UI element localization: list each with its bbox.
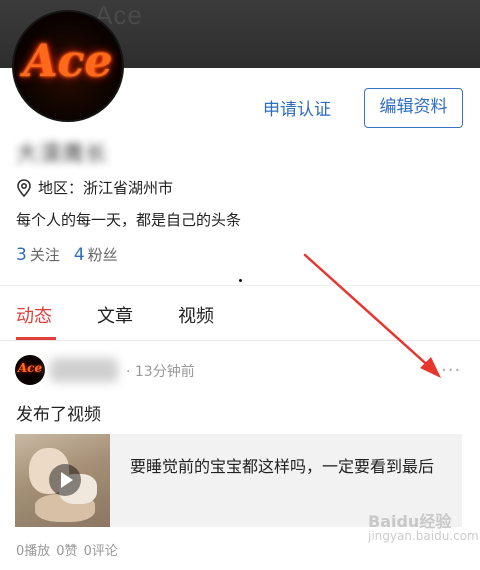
more-dots-icon[interactable]: ···: [441, 360, 461, 381]
post-author-name-blurred: [50, 358, 118, 382]
tab-articles[interactable]: 文章: [97, 302, 133, 328]
apply-verification-link[interactable]: 申请认证: [263, 95, 331, 120]
corner-watermark: Baidu经验 jingyan.baidu.com: [368, 512, 479, 544]
video-title[interactable]: 要睡觉前的宝宝都这样吗，一定要看到最后: [130, 454, 450, 480]
watermark-logo: Baidu经验: [368, 512, 452, 531]
play-count: 0播放: [16, 544, 51, 559]
avatar-logo-text: Ace: [23, 36, 113, 87]
like-count: 0赞: [56, 544, 78, 559]
edit-profile-button[interactable]: 编辑资料: [364, 88, 463, 128]
content-tabs: 动态 文章 视频: [0, 285, 480, 341]
profile-avatar[interactable]: Ace: [12, 10, 124, 122]
post-counts: 0播放 0赞 0评论: [16, 540, 118, 559]
following-stat[interactable]: 3 关注: [16, 244, 60, 265]
play-icon[interactable]: [49, 464, 81, 496]
comment-count: 0评论: [83, 544, 118, 559]
username: 大漠鹰长: [16, 142, 109, 167]
tab-videos[interactable]: 视频: [178, 302, 214, 328]
username-area: 大漠鹰长: [16, 136, 126, 167]
post-text: 发布了视频: [16, 405, 101, 425]
tab-dynamic[interactable]: 动态: [16, 302, 52, 328]
post-author-avatar[interactable]: Ace: [15, 355, 45, 385]
region-row: 地区：浙江省湖州市: [16, 177, 173, 198]
following-count: 3: [16, 245, 27, 265]
profile-stats: 3 关注 4 粉丝: [16, 244, 118, 265]
post-timestamp: · 13分钟前: [126, 364, 195, 380]
fans-label: 粉丝: [87, 246, 118, 264]
watermark-url: jingyan.baidu.com: [368, 529, 479, 543]
post-avatar-logo-text: Ace: [17, 361, 43, 375]
map-pin-icon: [17, 178, 31, 197]
following-label: 关注: [29, 246, 60, 264]
fans-count: 4: [73, 245, 85, 265]
video-thumbnail[interactable]: [15, 434, 110, 527]
profile-bio: 每个人的每一天，都是自己的头条: [16, 211, 242, 229]
region-text: 地区：浙江省湖州市: [38, 179, 174, 197]
fans-stat[interactable]: 4 粉丝: [74, 244, 118, 265]
active-tab-indicator: [16, 337, 56, 340]
stray-dot: [239, 279, 242, 282]
